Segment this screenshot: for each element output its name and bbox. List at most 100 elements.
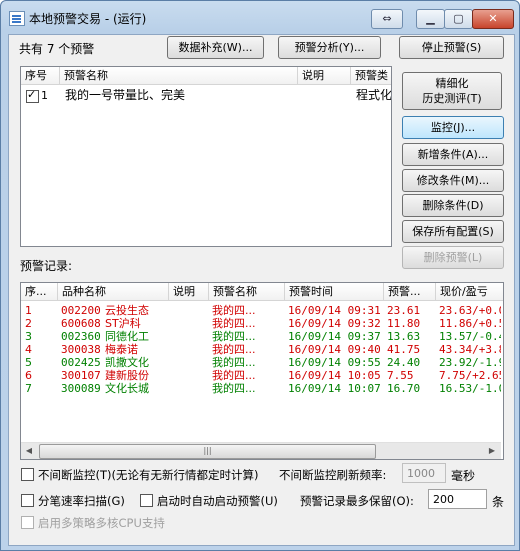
- scroll-left-icon[interactable]: ◀: [21, 443, 37, 459]
- records-label: 预警记录:: [20, 259, 73, 273]
- continuous-monitor-checkbox[interactable]: [21, 468, 34, 481]
- record-pnl: 16.53/-1.0: [439, 382, 501, 395]
- record-pnl: 11.86/+0.5: [439, 317, 501, 330]
- rec-col-desc[interactable]: 说明: [169, 283, 209, 301]
- record-alert-price: 7.55: [387, 369, 414, 382]
- dialog-body: 共有 7 个预警 数据补充(W)... 预警分析(Y)... 停止预警(S) 序…: [8, 34, 515, 546]
- swap-arrows-icon[interactable]: ⇔: [371, 9, 403, 29]
- record-no: 2: [25, 317, 32, 330]
- record-alert-price: 23.61: [387, 304, 421, 317]
- delete-condition-button[interactable]: 删除条件(D): [402, 194, 504, 217]
- max-records-label: 预警记录最多保留(O):: [300, 494, 414, 508]
- delete-alert-button: 删除预警(L): [402, 246, 504, 269]
- record-pnl: 7.75/+2.65: [439, 369, 501, 382]
- col-header-desc[interactable]: 说明: [298, 67, 351, 85]
- strategy-enabled-checkbox[interactable]: [26, 88, 39, 103]
- close-button[interactable]: ✕: [472, 9, 514, 29]
- record-alert-name: 我的四...: [212, 330, 256, 343]
- record-alert-name: 我的四...: [212, 304, 256, 317]
- multi-core-label: 启用多策略多核CPU支持: [38, 516, 165, 530]
- max-records-unit: 条: [492, 495, 505, 509]
- record-name: 建新股份: [105, 369, 149, 382]
- strategy-index: 1: [41, 89, 48, 102]
- record-alert-price: 24.40: [387, 356, 421, 369]
- refresh-rate-label: 不间断监控刷新频率:: [279, 468, 387, 482]
- record-name: 云投生态: [105, 304, 149, 317]
- alert-count-label: 共有 7 个预警: [19, 42, 95, 56]
- records-hscrollbar[interactable]: ◀ ||| ▶: [21, 442, 501, 459]
- record-name: 文化长城: [105, 382, 149, 395]
- scroll-thumb[interactable]: |||: [39, 444, 376, 459]
- record-alert-price: 41.75: [387, 343, 421, 356]
- auto-start-checkbox[interactable]: [140, 494, 153, 507]
- record-alert-name: 我的四...: [212, 356, 256, 369]
- record-pnl: 23.63/+0.0: [439, 304, 501, 317]
- record-time: 16/09/14 09:32: [288, 317, 381, 330]
- record-alert-price: 13.63: [387, 330, 421, 343]
- rec-col-alert[interactable]: 预警名称: [209, 283, 285, 301]
- record-alert-name: 我的四...: [212, 317, 256, 330]
- record-alert-name: 我的四...: [212, 369, 256, 382]
- strategy-type: 程式化: [356, 89, 392, 102]
- strategy-name: 我的一号带量比、完美: [65, 89, 186, 102]
- minimize-button[interactable]: ▁: [416, 9, 445, 29]
- record-time: 16/09/14 09:55: [288, 356, 381, 369]
- col-header-type[interactable]: 预警类: [351, 67, 391, 85]
- col-header-index[interactable]: 序号: [21, 67, 60, 85]
- rec-col-no[interactable]: 序...: [21, 283, 58, 301]
- record-time: 16/09/14 09:40: [288, 343, 381, 356]
- refresh-rate-unit: 毫秒: [451, 469, 476, 483]
- record-time: 16/09/14 09:37: [288, 330, 381, 343]
- record-no: 1: [25, 304, 32, 317]
- record-name: 同德化工: [105, 330, 149, 343]
- fine-evaluation-button[interactable]: 精细化 历史测评(T): [402, 72, 502, 110]
- record-name: 凯撒文化: [105, 356, 149, 369]
- record-time: 16/09/14 10:07: [288, 382, 381, 395]
- max-records-input[interactable]: 200: [428, 489, 487, 509]
- refresh-rate-input: 1000: [402, 463, 446, 483]
- save-config-button[interactable]: 保存所有配置(S): [402, 220, 504, 243]
- rec-col-pnl[interactable]: 现价/盈亏: [436, 283, 503, 301]
- tick-scan-label[interactable]: 分笔速率扫描(G): [38, 493, 125, 509]
- record-no: 3: [25, 330, 32, 343]
- rec-col-time[interactable]: 预警时间: [285, 283, 384, 301]
- tick-scan-checkbox[interactable]: [21, 494, 34, 507]
- col-header-name[interactable]: 预警名称: [60, 67, 298, 85]
- add-condition-button[interactable]: 新增条件(A)...: [402, 143, 504, 166]
- window-title: 本地预警交易 - (运行): [29, 12, 147, 26]
- record-no: 4: [25, 343, 32, 356]
- record-alert-price: 16.70: [387, 382, 421, 395]
- auto-start-label[interactable]: 启动时自动启动预警(U): [157, 493, 278, 509]
- record-no: 5: [25, 356, 32, 369]
- record-code: 002425: [61, 356, 101, 369]
- record-code: 002360: [61, 330, 101, 343]
- alert-records-list[interactable]: 序... 品种名称 说明 预警名称 预警时间 预警... 现价/盈亏 1 0022…: [20, 282, 504, 460]
- record-code: 300038: [61, 343, 101, 356]
- record-code: 002200: [61, 304, 101, 317]
- stop-alert-button[interactable]: 停止预警(S): [399, 36, 504, 59]
- record-name: ST沪科: [105, 317, 141, 330]
- record-pnl: 43.34/+3.8: [439, 343, 501, 356]
- rec-col-name[interactable]: 品种名称: [58, 283, 169, 301]
- title-bar[interactable]: 本地预警交易 - (运行) ⇔ ▁ ▢ ✕: [1, 1, 519, 35]
- scroll-right-icon[interactable]: ▶: [484, 443, 500, 459]
- fine-evaluation-line2: 历史测评(T): [422, 92, 482, 105]
- multi-core-checkbox: [21, 516, 34, 529]
- fine-evaluation-line1: 精细化: [435, 77, 469, 90]
- app-icon: [9, 11, 25, 26]
- record-alert-price: 11.80: [387, 317, 421, 330]
- rec-col-alert-price[interactable]: 预警...: [384, 283, 436, 301]
- record-pnl: 23.92/-1.9: [439, 356, 501, 369]
- record-time: 16/09/14 09:31: [288, 304, 381, 317]
- maximize-button[interactable]: ▢: [444, 9, 473, 29]
- record-name: 梅泰诺: [105, 343, 138, 356]
- continuous-monitor-label[interactable]: 不间断监控(T)(无论有无新行情都定时计算): [38, 467, 258, 483]
- data-fill-button[interactable]: 数据补充(W)...: [167, 36, 264, 59]
- record-pnl: 13.57/-0.4: [439, 330, 501, 343]
- record-no: 6: [25, 369, 32, 382]
- strategy-list[interactable]: 序号 预警名称 说明 预警类 1 我的一号带量比、完美 程式化 ◀ ||| ▶: [20, 66, 392, 247]
- record-no: 7: [25, 382, 32, 395]
- modify-condition-button[interactable]: 修改条件(M)...: [402, 169, 504, 192]
- monitor-button[interactable]: 监控(J)...: [402, 116, 504, 139]
- alert-analysis-button[interactable]: 预警分析(Y)...: [278, 36, 381, 59]
